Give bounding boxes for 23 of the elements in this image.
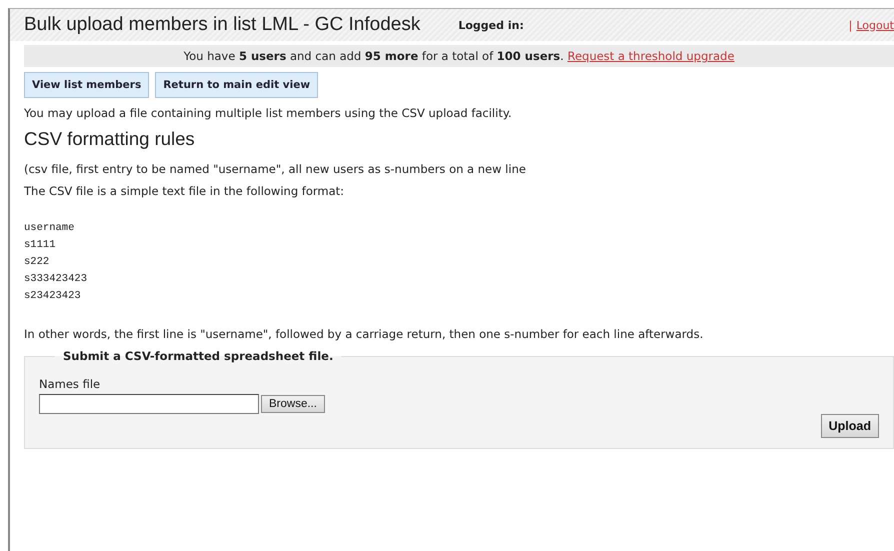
field-label: Names file [39, 377, 100, 391]
example-line: s23423423 [24, 289, 81, 304]
quota-notice: You have 5 users and can add 95 more for a total of 100 users. Request a threshold upgrade [24, 45, 894, 67]
example-line: s1111 [24, 238, 56, 253]
explanation-text: In other words, the first line is "username", followed by a carriage return, then one s-number for each line afterwards. [24, 327, 704, 341]
file-input-field[interactable] [39, 394, 259, 414]
rule-note: (csv file, first entry to be named "username", all new users as s-numbers on a new line [24, 162, 527, 176]
example-line: s222 [24, 255, 50, 270]
upgrade-link[interactable]: Request a threshold upgrade [567, 49, 734, 63]
page-title: Bulk upload members in list LML - GC Infodesk [24, 14, 420, 36]
intro-text: You may upload a file containing multiple list members using the CSV upload facility. [24, 106, 513, 120]
browse-button[interactable]: Browse... [261, 395, 325, 413]
nav-button[interactable]: View list members [24, 72, 150, 98]
separator: | [848, 18, 852, 32]
example-line: username [24, 221, 74, 236]
example-line: s333423423 [24, 272, 88, 287]
nav-button[interactable]: Return to main edit view [155, 72, 318, 98]
format-intro: The CSV file is a simple text file in the following format: [24, 184, 346, 198]
form-legend: Submit a CSV-formatted spreadsheet file. [55, 349, 342, 363]
upload-button[interactable]: Upload [820, 414, 879, 438]
logout-link[interactable]: Logout [856, 18, 894, 32]
section-heading: CSV formatting rules [24, 128, 196, 150]
logged-in-label: Logged in: [458, 18, 524, 32]
